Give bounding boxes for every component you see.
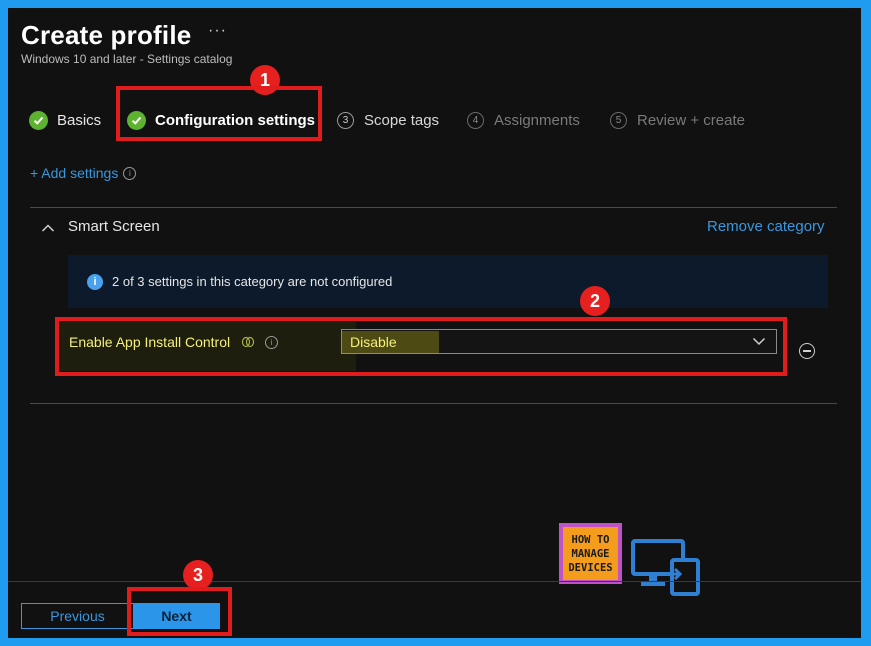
info-icon[interactable]: i [123,166,137,180]
devices-monitor-icon [630,538,702,601]
step-scope-tags[interactable]: 3 Scope tags [337,109,439,131]
info-icon: i [87,273,103,290]
step-number: 3 [337,111,354,129]
step-number: 4 [467,111,484,129]
minus-glyph [803,350,811,352]
step-label: Configuration settings [155,111,315,129]
step-label: Scope tags [364,111,440,129]
checkmark-icon [29,110,48,130]
step-configuration-settings[interactable]: Configuration settings [127,109,315,131]
info-banner: i 2 of 3 settings in this category are n… [68,255,828,308]
create-profile-window: Create profile ··· Windows 10 and later … [8,8,861,638]
annotation-badge-3: 3 [183,560,213,590]
divider [30,403,837,404]
step-review-create: 5 Review + create [610,109,745,131]
footer-divider [8,581,861,582]
step-number: 5 [610,111,627,129]
page-subtitle: Windows 10 and later - Settings catalog [21,52,233,66]
add-settings-label: + Add settings [30,165,119,181]
category-title: Smart Screen [68,218,160,235]
step-label: Review + create [637,111,745,129]
remove-setting-icon[interactable] [799,343,815,359]
banner-text: 2 of 3 settings in this category are not… [112,274,393,289]
page-title: Create profile [21,20,192,50]
collapse-chevron-icon[interactable] [41,220,55,238]
annotation-box-2 [55,317,787,376]
step-label: Basics [57,111,102,129]
step-assignments: 4 Assignments [467,109,580,131]
add-settings-link[interactable]: + Add settings i [30,165,137,181]
more-options-icon[interactable]: ··· [208,22,227,40]
logo-text-line: DEVICES [568,561,613,574]
step-label: Assignments [494,111,580,129]
annotation-box-3 [127,587,232,636]
divider [30,207,837,208]
previous-button[interactable]: Previous [21,603,134,629]
annotation-badge-2: 2 [580,286,610,316]
checkmark-icon [127,110,146,130]
logo-inner: HOW TO MANAGE DEVICES [563,527,618,580]
logo-text-line: MANAGE [571,547,610,560]
logo-text-line: HOW TO [571,533,610,546]
remove-category-link[interactable]: Remove category [707,218,825,235]
step-basics[interactable]: Basics [29,109,101,131]
how-to-manage-devices-logo: HOW TO MANAGE DEVICES [559,523,622,584]
